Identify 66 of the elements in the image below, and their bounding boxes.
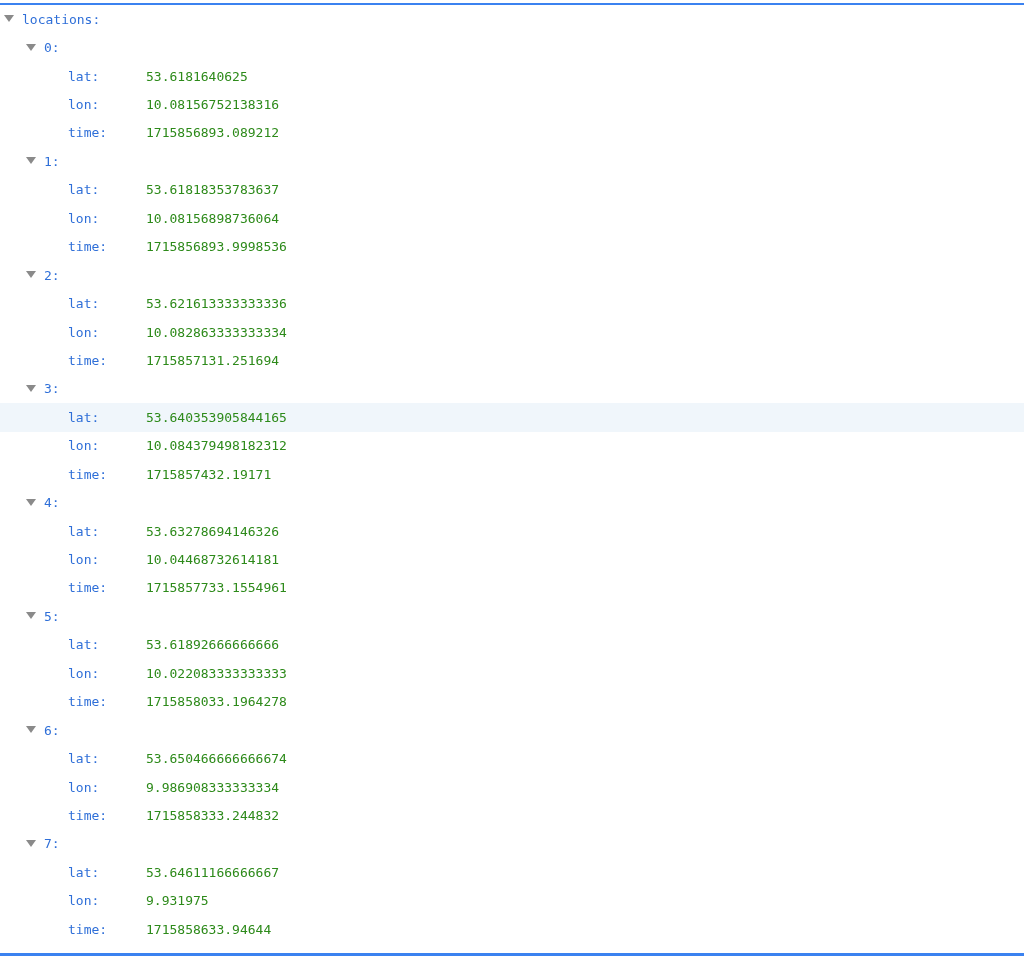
- json-value: 1715857733.1554961: [146, 580, 287, 596]
- json-value: 53.621613333333336: [146, 296, 287, 312]
- json-key: lon:: [68, 665, 146, 681]
- json-key: time:: [68, 352, 146, 368]
- json-value: 53.640353905844165: [146, 409, 287, 425]
- expand-toggle-icon[interactable]: [26, 498, 36, 507]
- json-value: 10.082863333333334: [146, 324, 287, 340]
- json-value: 53.6181640625: [146, 68, 248, 84]
- json-key: lat:: [68, 182, 146, 198]
- expand-toggle-icon[interactable]: [26, 612, 36, 621]
- json-key: time:: [68, 239, 146, 255]
- json-key: 6:: [44, 722, 60, 738]
- json-value: 9.931975: [146, 893, 209, 909]
- json-key: locations:: [22, 11, 101, 27]
- json-value: 1715856893.9998536: [146, 239, 287, 255]
- json-value: 53.61892666666666: [146, 637, 280, 653]
- json-key: lon:: [68, 893, 146, 909]
- expand-toggle-icon[interactable]: [26, 43, 36, 52]
- json-key: 1:: [44, 153, 60, 169]
- json-key: lat:: [68, 864, 146, 880]
- json-value: 10.022083333333333: [146, 665, 287, 681]
- json-key: time:: [68, 580, 146, 596]
- json-key: 4:: [44, 495, 60, 511]
- json-key: time:: [68, 807, 146, 823]
- json-key: 3:: [44, 381, 60, 397]
- json-key: time:: [68, 921, 146, 937]
- json-key: lat:: [68, 523, 146, 539]
- json-key: 0:: [44, 40, 60, 56]
- json-value: 1715858333.244832: [146, 807, 280, 823]
- json-value: 10.08156898736064: [146, 210, 280, 226]
- json-key: lon:: [68, 97, 146, 113]
- json-key: lat:: [68, 637, 146, 653]
- json-value: 53.64611166666667: [146, 864, 280, 880]
- json-value: 53.650466666666674: [146, 751, 287, 767]
- json-key: 5:: [44, 608, 60, 624]
- json-key: lat:: [68, 296, 146, 312]
- json-key: lat:: [68, 751, 146, 767]
- json-key: lon:: [68, 552, 146, 568]
- json-key: lon:: [68, 779, 146, 795]
- expand-toggle-icon[interactable]: [26, 271, 36, 280]
- json-key: 2:: [44, 267, 60, 283]
- expand-toggle-icon[interactable]: [26, 157, 36, 166]
- json-value: 53.63278694146326: [146, 523, 280, 539]
- json-key: time:: [68, 694, 146, 710]
- json-key: lat:: [68, 68, 146, 84]
- json-value: 1715858633.94644: [146, 921, 272, 937]
- expand-toggle-icon[interactable]: [26, 726, 36, 735]
- json-value: 1715856893.089212: [146, 125, 280, 141]
- expand-toggle-icon[interactable]: [26, 384, 36, 393]
- json-value: 53.61818353783637: [146, 182, 280, 198]
- json-key: lat:: [68, 409, 146, 425]
- json-key: lon:: [68, 210, 146, 226]
- json-key: time:: [68, 466, 146, 482]
- json-value: 1715858033.1964278: [146, 694, 287, 710]
- json-key: time:: [68, 125, 146, 141]
- json-key: lon:: [68, 324, 146, 340]
- expand-toggle-icon[interactable]: [4, 15, 14, 24]
- json-value: 10.04468732614181: [146, 552, 280, 568]
- json-key: lon:: [68, 438, 146, 454]
- expand-toggle-icon[interactable]: [26, 839, 36, 848]
- json-value: 10.084379498182312: [146, 438, 287, 454]
- json-value: 9.986908333333334: [146, 779, 280, 795]
- json-value: 1715857131.251694: [146, 352, 280, 368]
- json-key: 7:: [44, 836, 60, 852]
- json-value: 1715857432.19171: [146, 466, 272, 482]
- json-value: 10.08156752138316: [146, 97, 280, 113]
